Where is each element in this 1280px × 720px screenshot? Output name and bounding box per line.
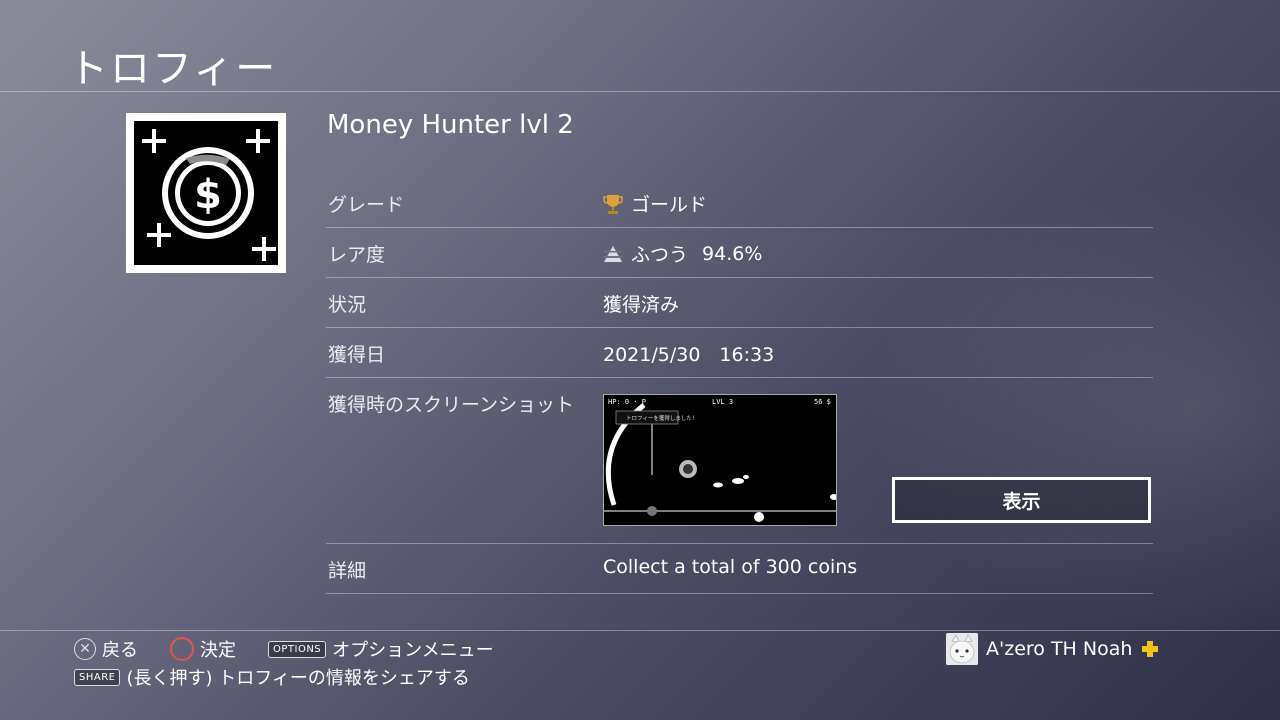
footer-divider — [0, 630, 1280, 631]
detail-row-rarity: レア度 ふつう 94.6% — [326, 228, 1153, 278]
trophy-name: Money Hunter lvl 2 — [327, 110, 574, 140]
screenshot-notice: トロフィーを獲得しました！ — [626, 414, 697, 422]
detail-row-date: 獲得日 2021/5/30 16:33 — [326, 328, 1153, 378]
cat-avatar-icon — [946, 633, 978, 665]
svg-text:$: $ — [194, 172, 222, 218]
game-screenshot-image: トロフィーを獲得しました！ HP: 0 · P LVL 3 56 $ — [604, 395, 836, 525]
grade-label: グレード — [328, 194, 405, 216]
confirm-hint[interactable]: 決定 — [200, 636, 236, 662]
detail-row-status: 状況 獲得済み — [326, 278, 1153, 328]
screenshot-hud-left: HP: 0 · P — [608, 398, 646, 406]
detail-row-description: 詳細 Collect a total of 300 coins — [326, 544, 1153, 594]
rarity-label: レア度 — [328, 244, 386, 266]
rarity-pyramid-icon — [604, 245, 622, 262]
grade-value: ゴールド — [603, 190, 707, 217]
avatar — [946, 633, 978, 665]
circle-button-icon: ○ — [170, 637, 194, 661]
plus-icon — [1142, 641, 1159, 657]
share-hint-line: SHARE (長く押す) トロフィーの情報をシェアする — [74, 664, 470, 690]
screenshot-thumbnail[interactable]: トロフィーを獲得しました！ HP: 0 · P LVL 3 56 $ — [603, 394, 837, 526]
description-value: Collect a total of 300 coins — [603, 556, 858, 578]
grade-text: ゴールド — [631, 194, 708, 216]
button-hints: ✕ 戻る ○ 決定 OPTIONS オプションメニュー — [74, 636, 494, 662]
options-button-icon: OPTIONS — [268, 640, 327, 658]
user-profile[interactable]: A'zero TH Noah — [946, 633, 1160, 665]
status-label: 状況 — [328, 294, 367, 316]
share-button-icon: SHARE — [74, 668, 121, 686]
header-divider — [0, 91, 1280, 92]
status-value: 獲得済み — [603, 294, 680, 316]
detail-row-grade: グレード ゴールド — [326, 178, 1153, 228]
screenshot-label: 獲得時のスクリーンショット — [328, 394, 575, 416]
description-label: 詳細 — [328, 560, 367, 582]
share-hint[interactable]: (長く押す) トロフィーの情報をシェアする — [126, 664, 469, 690]
gold-trophy-icon — [603, 194, 623, 214]
cross-button-icon: ✕ — [74, 638, 96, 660]
options-menu-hint[interactable]: オプションメニュー — [332, 636, 493, 662]
trophy-details-table: グレード ゴールド レア度 ふつう 94.6% 状況 獲得済み 獲得日 2021… — [326, 178, 1153, 594]
trophy-image: $ — [126, 113, 286, 273]
detail-row-screenshot: 獲得時のスクリーンショット トロフィーを獲得しました！ HP: 0 · P LV… — [326, 378, 1153, 544]
date-value: 2021/5/30 16:33 — [603, 344, 775, 366]
date-label: 獲得日 — [328, 344, 386, 366]
back-hint[interactable]: 戻る — [102, 636, 138, 662]
rarity-value: ふつう 94.6% — [603, 240, 762, 267]
screenshot-hud-center: LVL 3 — [712, 398, 733, 406]
dollar-coin-icon: $ — [126, 113, 286, 273]
user-name: A'zero TH Noah — [986, 638, 1133, 660]
view-screenshot-button[interactable]: 表示 — [892, 477, 1151, 523]
screenshot-hud-right: 56 $ — [814, 398, 831, 406]
page-title: トロフィー — [68, 46, 278, 92]
rarity-text: ふつう — [631, 244, 689, 266]
rarity-percent: 94.6% — [702, 242, 763, 265]
